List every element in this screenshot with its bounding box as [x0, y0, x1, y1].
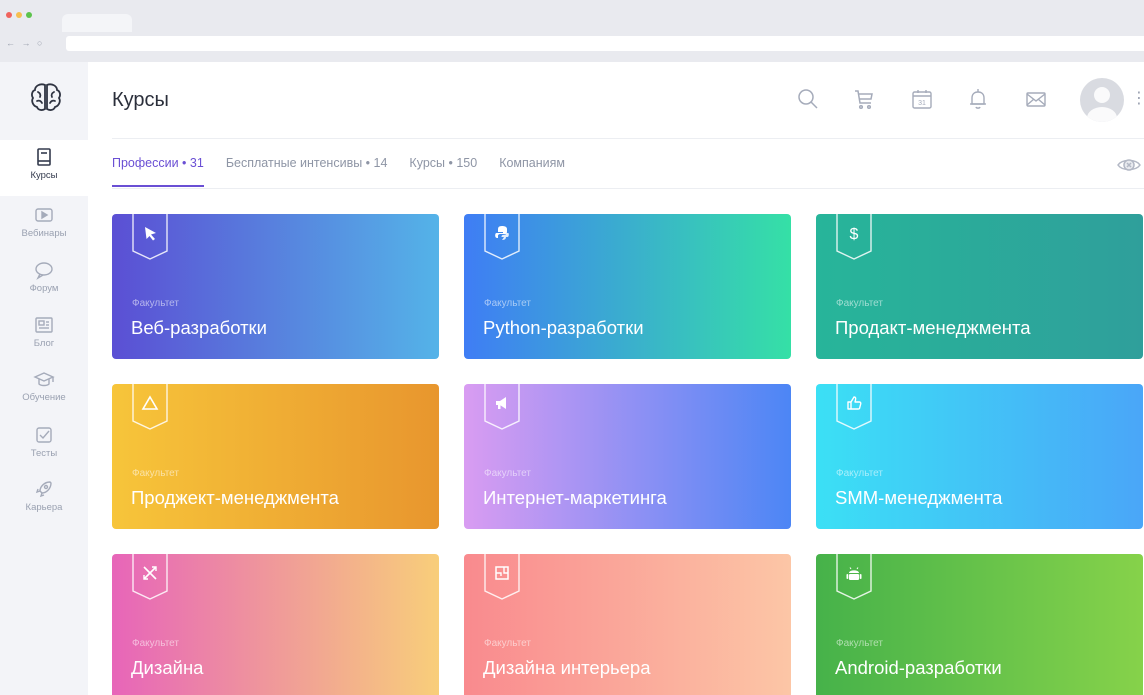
- card-kicker: Факультет: [836, 298, 883, 309]
- card-badge: [132, 384, 168, 430]
- card-title: Продакт-менеджмента: [835, 317, 1031, 338]
- checkbox-icon: [36, 427, 52, 443]
- svg-text:$: $: [850, 226, 859, 242]
- sidebar-item-label: Блог: [33, 338, 55, 349]
- browser-nav-buttons[interactable]: ← → ○: [6, 38, 44, 48]
- card-title: Проджект-менеджмента: [131, 487, 339, 508]
- chat-icon: [35, 262, 53, 280]
- tab-companies[interactable]: Компаниям: [499, 156, 565, 187]
- sidebar-item-forum[interactable]: Форум: [0, 259, 88, 294]
- tab-bar: Профессии • 31 Бесплатные интенсивы • 14…: [112, 156, 565, 187]
- sidebar-item-label: Курсы: [30, 170, 58, 181]
- card-badge: [484, 554, 520, 600]
- page-title: Курсы: [112, 89, 169, 111]
- book-icon: [37, 148, 51, 166]
- card-title: Дизайна: [131, 657, 204, 678]
- tab-free-intensives[interactable]: Бесплатные интенсивы • 14: [226, 156, 388, 187]
- cursor-icon: [145, 227, 156, 241]
- browser-chrome: ← → ○: [0, 0, 1144, 62]
- brain-logo-icon[interactable]: [29, 80, 63, 114]
- sidebar-item-label: Обучение: [22, 392, 66, 403]
- design-tools-icon: [143, 566, 157, 580]
- svg-text:31: 31: [918, 100, 926, 107]
- card-title: Android-разработки: [835, 657, 1002, 678]
- sidebar-item-learning[interactable]: Обучение: [0, 368, 88, 403]
- maximize-window-button[interactable]: [26, 12, 32, 18]
- cart-icon[interactable]: [852, 87, 876, 111]
- graduation-cap-icon: [33, 372, 55, 387]
- faculty-card[interactable]: Факультет Дизайна: [112, 554, 439, 695]
- bell-icon[interactable]: [966, 87, 990, 111]
- card-kicker: Факультет: [484, 638, 531, 649]
- sidebar-item-label: Тесты: [30, 448, 58, 459]
- megaphone-icon: [496, 397, 506, 409]
- search-icon[interactable]: [796, 87, 820, 111]
- floor-plan-icon: [495, 566, 509, 580]
- user-avatar-icon: [1087, 87, 1117, 122]
- card-kicker: Факультет: [836, 468, 883, 479]
- thumbs-up-icon: [847, 396, 862, 410]
- sidebar-item-label: Вебинары: [21, 228, 67, 239]
- card-kicker: Факультет: [484, 298, 531, 309]
- header-divider: [112, 138, 1144, 139]
- rocket-icon: [35, 481, 52, 498]
- sidebar: Курсы Вебинары Форум Блог Обучение Тесты: [0, 62, 88, 695]
- tabs-divider: [112, 188, 1144, 189]
- card-badge: [836, 554, 872, 600]
- card-badge: [484, 214, 520, 260]
- faculty-card[interactable]: Факультет Android-разработки: [816, 554, 1143, 695]
- address-bar[interactable]: [66, 36, 1144, 51]
- card-title: Интернет-маркетинга: [483, 487, 667, 508]
- card-badge: [484, 384, 520, 430]
- faculty-card[interactable]: Факультет SMM-менеджмента: [816, 384, 1143, 529]
- eye-hidden-icon[interactable]: [1116, 152, 1142, 178]
- avatar[interactable]: [1080, 78, 1124, 122]
- card-title: SMM-менеджмента: [835, 487, 1003, 508]
- faculty-card[interactable]: Факультет Python-разработки: [464, 214, 791, 359]
- tab-professions[interactable]: Профессии • 31: [112, 156, 204, 187]
- sidebar-item-blog[interactable]: Блог: [0, 314, 88, 349]
- window-controls: [6, 12, 32, 18]
- card-kicker: Факультет: [132, 468, 179, 479]
- sidebar-item-career[interactable]: Карьера: [0, 478, 88, 513]
- card-title: Дизайна интерьера: [483, 657, 651, 678]
- card-badge: $: [836, 214, 872, 260]
- close-window-button[interactable]: [6, 12, 12, 18]
- sidebar-item-label: Форум: [29, 283, 59, 294]
- sidebar-item-webinars[interactable]: Вебинары: [0, 204, 88, 239]
- python-icon: [495, 226, 509, 240]
- newspaper-icon: [35, 317, 53, 333]
- faculty-card[interactable]: Факультет Проджект-менеджмента: [112, 384, 439, 529]
- card-badge: [132, 554, 168, 600]
- card-kicker: Факультет: [132, 638, 179, 649]
- sidebar-item-courses[interactable]: Курсы: [0, 146, 88, 181]
- card-badge: [132, 214, 168, 260]
- card-kicker: Факультет: [484, 468, 531, 479]
- faculty-card[interactable]: Факультет Интернет-маркетинга: [464, 384, 791, 529]
- calendar-icon[interactable]: 31: [910, 87, 934, 111]
- minimize-window-button[interactable]: [16, 12, 22, 18]
- sidebar-item-label: Карьера: [25, 502, 63, 513]
- card-title: Python-разработки: [483, 317, 644, 338]
- sidebar-item-tests[interactable]: Тесты: [0, 424, 88, 459]
- android-icon: [846, 567, 862, 580]
- card-kicker: Факультет: [132, 298, 179, 309]
- faculty-card[interactable]: $ Факультет Продакт-менеджмента: [816, 214, 1143, 359]
- card-title: Веб-разработки: [131, 317, 267, 338]
- faculty-card[interactable]: Факультет Веб-разработки: [112, 214, 439, 359]
- faculty-card[interactable]: Факультет Дизайна интерьера: [464, 554, 791, 695]
- mail-icon[interactable]: [1024, 87, 1048, 111]
- triangle-icon: [141, 395, 159, 410]
- card-kicker: Факультет: [836, 638, 883, 649]
- more-menu-icon[interactable]: ⋮: [1131, 91, 1144, 107]
- dollar-icon: $: [850, 226, 859, 242]
- tab-courses[interactable]: Курсы • 150: [409, 156, 477, 187]
- browser-tab[interactable]: [62, 14, 132, 32]
- play-icon: [35, 208, 53, 222]
- card-badge: [836, 384, 872, 430]
